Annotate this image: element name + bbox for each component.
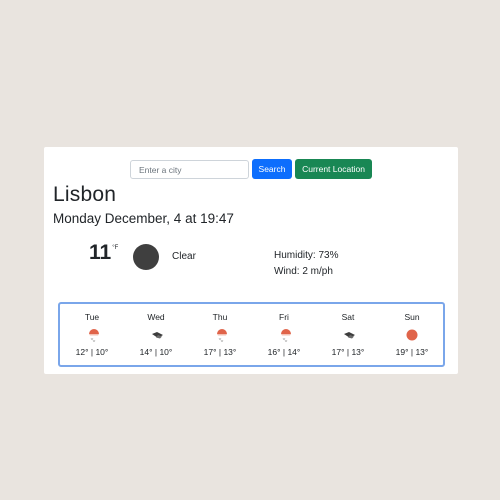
cloud-icon xyxy=(344,332,355,339)
forecast-temps: 16° | 14° xyxy=(267,347,301,357)
forecast-day-name: Sun xyxy=(404,312,420,322)
rain-icon xyxy=(89,329,99,342)
temperature-value: 11 xyxy=(89,241,112,264)
forecast-day-name: Wed xyxy=(147,312,165,322)
current-temperature: 11 °F xyxy=(89,241,118,265)
forecast-panel: Tue 12° | 10° Wed 14° | 10° Thu 17° | 13… xyxy=(58,302,445,367)
current-location-button[interactable]: Current Location xyxy=(295,159,372,179)
date-time: Monday December, 4 at 19:47 xyxy=(53,211,234,226)
forecast-day-name: Thu xyxy=(212,312,228,322)
cloud-icon xyxy=(152,332,163,339)
search-form: Search Current Location xyxy=(44,159,458,179)
search-button[interactable]: Search xyxy=(252,159,292,179)
weather-condition: Clear xyxy=(172,251,196,262)
temperature-unit: °F xyxy=(112,245,119,251)
city-name: Lisbon xyxy=(53,183,117,206)
forecast-temps: 19° | 13° xyxy=(395,347,429,357)
wind: Wind: 2 m/ph xyxy=(274,266,333,277)
humidity: Humidity: 73% xyxy=(274,250,339,261)
forecast-temps: 17° | 13° xyxy=(203,347,237,357)
city-search-input[interactable] xyxy=(130,160,249,179)
forecast-day-name: Sat xyxy=(341,312,355,322)
sun-icon xyxy=(406,329,418,341)
weather-card: Search Current Location Lisbon Monday De… xyxy=(44,147,458,374)
forecast-day-name: Tue xyxy=(84,312,100,322)
forecast-temps: 17° | 13° xyxy=(331,347,365,357)
weather-details: Humidity: 73% Wind: 2 m/ph xyxy=(274,248,338,280)
rain-icon xyxy=(281,329,291,342)
forecast-day-name: Fri xyxy=(279,312,289,322)
weather-condition-icon xyxy=(133,244,159,270)
forecast-temps: 12° | 10° xyxy=(75,347,109,357)
forecast-temps: 14° | 10° xyxy=(139,347,173,357)
rain-icon xyxy=(217,329,227,342)
